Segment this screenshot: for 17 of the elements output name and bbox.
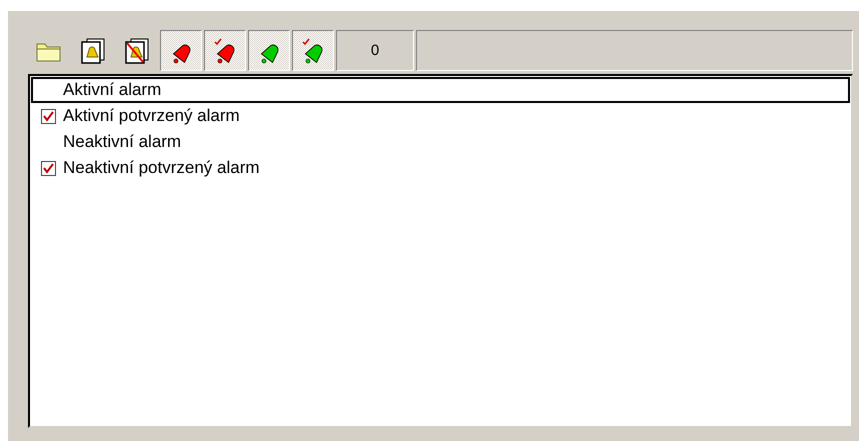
item-label: Aktivní alarm [63, 80, 162, 100]
alarm-filter-toggle[interactable] [248, 30, 290, 71]
alarm-type-item[interactable]: Neaktivní potvrzený alarm [31, 155, 850, 181]
alarm-type-item[interactable]: Aktivní potvrzený alarm [31, 103, 850, 129]
document-bell-icon [80, 38, 106, 64]
alarm-count: 0 [336, 30, 414, 71]
alarm-filter-toggle[interactable] [204, 30, 246, 71]
item-label: Aktivní potvrzený alarm [63, 106, 240, 126]
alarm-type-item[interactable]: Neaktivní alarm [31, 129, 850, 155]
item-label: Neaktivní potvrzený alarm [63, 158, 260, 178]
document-bell-crossed-icon [124, 38, 150, 64]
checkbox[interactable] [40, 108, 56, 124]
item-label: Neaktivní alarm [63, 132, 182, 152]
alarm-type-item[interactable]: Aktivní alarm [31, 77, 850, 103]
alarm-filter-toggle[interactable] [160, 30, 202, 71]
alarm-filter-toggle[interactable] [292, 30, 334, 71]
checkbox[interactable] [40, 160, 56, 176]
